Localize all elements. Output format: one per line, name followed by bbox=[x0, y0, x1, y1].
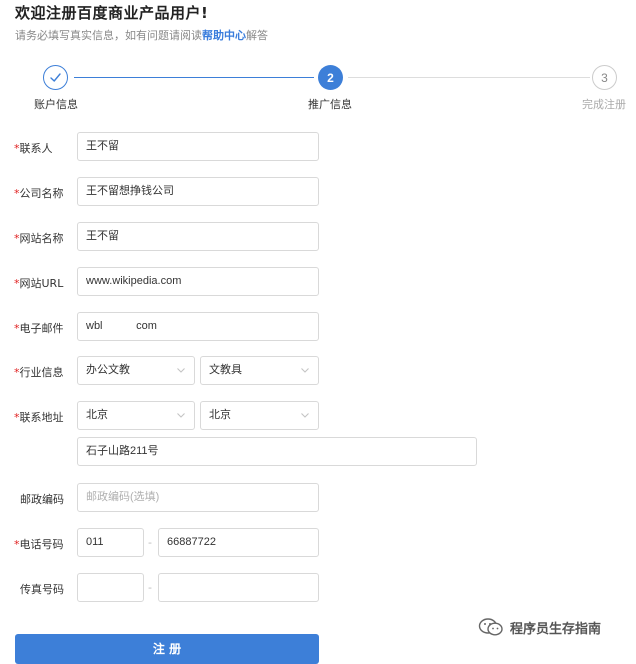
contact-input[interactable]: 王不留 bbox=[77, 132, 319, 161]
address-label-text: 联系地址 bbox=[19, 411, 64, 424]
chevron-down-icon bbox=[177, 368, 185, 373]
fax-area-input[interactable] bbox=[77, 573, 144, 602]
wechat-icon bbox=[478, 618, 503, 636]
address-label: *联系地址 bbox=[14, 409, 64, 425]
contact-label-text: 联系人 bbox=[19, 142, 53, 155]
step-1-label: 账户信息 bbox=[34, 98, 78, 111]
watermark-text: 程序员生存指南 bbox=[510, 621, 602, 637]
site-name-label-text: 网站名称 bbox=[19, 232, 64, 245]
industry-label: *行业信息 bbox=[14, 364, 64, 380]
page-subtitle: 请务必填写真实信息，如有问题请阅读帮助中心解答 bbox=[15, 27, 268, 43]
step-3-label: 完成注册 bbox=[582, 98, 626, 111]
subtitle-suffix: 解答 bbox=[246, 29, 268, 42]
industry-label-text: 行业信息 bbox=[19, 366, 64, 379]
page-title: 欢迎注册百度商业产品用户! bbox=[15, 4, 209, 22]
province-value: 北京 bbox=[86, 409, 108, 421]
step-connector-todo bbox=[348, 77, 590, 78]
company-label: *公司名称 bbox=[14, 185, 64, 201]
contact-label: *联系人 bbox=[14, 140, 53, 156]
site-url-input[interactable]: www.wikipedia.com bbox=[77, 267, 319, 296]
industry-secondary-value: 文教具 bbox=[209, 364, 242, 376]
site-name-input[interactable]: 王不留 bbox=[77, 222, 319, 251]
register-button[interactable]: 注 册 bbox=[15, 634, 319, 664]
chevron-down-icon bbox=[301, 368, 309, 373]
wechat-watermark: 程序员生存指南 bbox=[478, 616, 601, 638]
postcode-label: 邮政编码 bbox=[20, 493, 64, 506]
industry-primary-value: 办公文教 bbox=[86, 364, 130, 376]
step-2-label: 推广信息 bbox=[308, 98, 352, 111]
city-value: 北京 bbox=[209, 409, 231, 421]
company-label-text: 公司名称 bbox=[19, 187, 64, 200]
email-label-text: 电子邮件 bbox=[19, 322, 64, 335]
chevron-down-icon bbox=[301, 413, 309, 418]
province-select[interactable]: 北京 bbox=[77, 401, 195, 430]
phone-label-text: 电话号码 bbox=[19, 538, 64, 551]
email-label: *电子邮件 bbox=[14, 320, 64, 336]
step-3-circle: 3 bbox=[592, 65, 617, 90]
chevron-down-icon bbox=[177, 413, 185, 418]
fax-separator: - bbox=[148, 581, 152, 594]
phone-separator: - bbox=[148, 536, 152, 549]
fax-label: 传真号码 bbox=[20, 583, 64, 596]
step-2-circle: 2 bbox=[318, 65, 343, 90]
help-center-link[interactable]: 帮助中心 bbox=[202, 29, 246, 42]
phone-area-input[interactable]: 011 bbox=[77, 528, 144, 557]
industry-primary-select[interactable]: 办公文教 bbox=[77, 356, 195, 385]
checkmark-icon bbox=[50, 73, 61, 82]
phone-label: *电话号码 bbox=[14, 536, 64, 552]
postcode-input[interactable]: 邮政编码(选填) bbox=[77, 483, 319, 512]
industry-secondary-select[interactable]: 文教具 bbox=[200, 356, 319, 385]
site-name-label: *网站名称 bbox=[14, 230, 64, 246]
step-1-circle bbox=[43, 65, 68, 90]
phone-number-input[interactable]: 66887722 bbox=[158, 528, 319, 557]
site-url-label: *网站URL bbox=[14, 275, 63, 291]
city-select[interactable]: 北京 bbox=[200, 401, 319, 430]
fax-number-input[interactable] bbox=[158, 573, 319, 602]
step-connector-done bbox=[74, 77, 314, 78]
company-input[interactable]: 王不留想挣钱公司 bbox=[77, 177, 319, 206]
subtitle-text: 请务必填写真实信息，如有问题请阅读 bbox=[15, 29, 202, 42]
email-input[interactable]: wbl com bbox=[77, 312, 319, 341]
street-address-input[interactable]: 石子山路211号 bbox=[77, 437, 477, 466]
site-url-label-text: 网站URL bbox=[19, 277, 64, 290]
